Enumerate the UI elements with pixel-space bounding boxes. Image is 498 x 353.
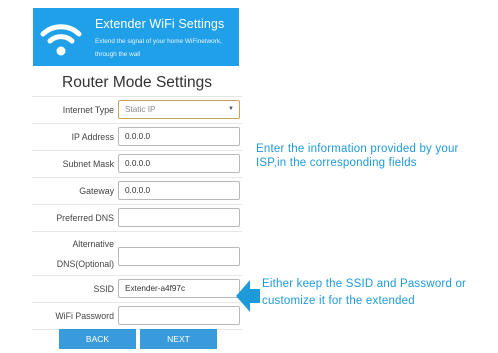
wifi-password-label: WiFi Password	[55, 311, 114, 321]
ip-address-input[interactable]: 0.0.0.0	[118, 127, 240, 146]
preferred-dns-input[interactable]	[118, 208, 240, 227]
ssid-info-note: Either keep the SSID and Password or cus…	[262, 278, 467, 307]
ip-address-label: IP Address	[71, 132, 114, 142]
back-button[interactable]: BACK	[59, 329, 136, 349]
router-mode-form: Router Mode Settings Internet Type Stati…	[32, 70, 242, 330]
banner-title: Extender WiFi Settings	[95, 17, 225, 31]
ssid-row: SSID Extender-a4f97c	[32, 276, 242, 303]
extender-banner: Extender WiFi Settings Extend the signal…	[33, 8, 239, 66]
alternative-dns-label: Alternative DNS(Optional)	[56, 239, 114, 269]
next-button[interactable]: NEXT	[140, 329, 217, 349]
form-title: Router Mode Settings	[32, 70, 242, 97]
isp-info-note: Enter the information provided by your I…	[256, 143, 459, 169]
subnet-mask-row: Subnet Mask 0.0.0.0	[32, 151, 242, 178]
gateway-input[interactable]: 0.0.0.0	[118, 181, 240, 200]
ssid-label: SSID	[93, 284, 114, 294]
wifi-password-row: WiFi Password	[32, 303, 242, 330]
preferred-dns-row: Preferred DNS	[32, 205, 242, 232]
internet-type-row: Internet Type Static IP ▼	[32, 97, 242, 124]
wifi-icon	[40, 24, 82, 56]
wifi-password-input[interactable]	[118, 306, 240, 325]
ssid-input[interactable]: Extender-a4f97c	[118, 279, 240, 298]
subnet-mask-label: Subnet Mask	[62, 159, 114, 169]
internet-type-label: Internet Type	[62, 105, 114, 115]
internet-type-value: Static IP	[125, 105, 156, 114]
gateway-row: Gateway 0.0.0.0	[32, 178, 242, 205]
internet-type-select[interactable]: Static IP ▼	[118, 100, 240, 119]
gateway-label: Gateway	[79, 186, 114, 196]
subnet-mask-input[interactable]: 0.0.0.0	[118, 154, 240, 173]
arrow-left-icon	[236, 280, 260, 312]
alternative-dns-row: Alternative DNS(Optional)	[32, 232, 242, 276]
caret-down-icon: ▼	[228, 106, 234, 112]
ip-address-row: IP Address 0.0.0.0	[32, 124, 242, 151]
banner-subtitle: Extend the signal of your home WiFinetwo…	[95, 38, 222, 58]
preferred-dns-label: Preferred DNS	[56, 213, 114, 223]
alternative-dns-input[interactable]	[118, 247, 240, 266]
